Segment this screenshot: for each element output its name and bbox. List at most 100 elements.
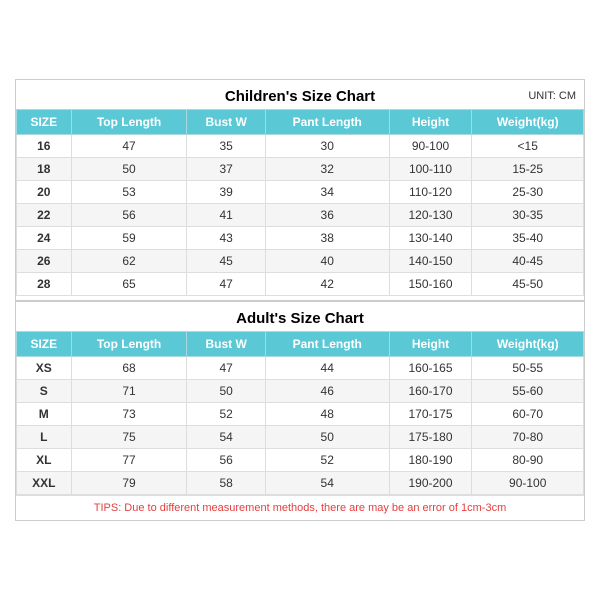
table-cell: 42: [265, 273, 389, 296]
table-row: 22564136120-13030-35: [17, 204, 584, 227]
table-cell: 70-80: [472, 426, 584, 449]
table-cell: 25-30: [472, 181, 584, 204]
table-row: S715046160-17055-60: [17, 380, 584, 403]
table-cell: 130-140: [389, 227, 472, 250]
table-cell: 40: [265, 250, 389, 273]
table-cell: 50: [187, 380, 265, 403]
table-cell: 160-170: [389, 380, 472, 403]
table-cell: 170-175: [389, 403, 472, 426]
table-cell: 28: [17, 273, 72, 296]
table-cell: 26: [17, 250, 72, 273]
col-bust-w: Bust W: [187, 110, 265, 135]
table-cell: 22: [17, 204, 72, 227]
table-cell: 73: [71, 403, 187, 426]
table-cell: 60-70: [472, 403, 584, 426]
table-cell: 150-160: [389, 273, 472, 296]
table-cell: 62: [71, 250, 187, 273]
table-cell: XS: [17, 357, 72, 380]
table-cell: 45: [187, 250, 265, 273]
table-cell: 110-120: [389, 181, 472, 204]
table-row: M735248170-17560-70: [17, 403, 584, 426]
col-size: SIZE: [17, 110, 72, 135]
table-cell: 80-90: [472, 449, 584, 472]
table-row: L755450175-18070-80: [17, 426, 584, 449]
table-cell: 140-150: [389, 250, 472, 273]
children-section-title: Children's Size Chart UNIT: CM: [16, 80, 584, 109]
table-cell: 20: [17, 181, 72, 204]
table-cell: 56: [71, 204, 187, 227]
table-cell: 65: [71, 273, 187, 296]
table-cell: 90-100: [389, 135, 472, 158]
adult-col-weight: Weight(kg): [472, 332, 584, 357]
children-table: SIZE Top Length Bust W Pant Length Heigh…: [16, 109, 584, 296]
table-row: 26624540140-15040-45: [17, 250, 584, 273]
table-row: 28654742150-16045-50: [17, 273, 584, 296]
table-cell: 47: [71, 135, 187, 158]
table-cell: 16: [17, 135, 72, 158]
unit-label: UNIT: CM: [528, 90, 576, 102]
table-cell: XXL: [17, 472, 72, 495]
table-cell: 37: [187, 158, 265, 181]
table-cell: 52: [265, 449, 389, 472]
table-cell: 47: [187, 273, 265, 296]
table-cell: M: [17, 403, 72, 426]
table-row: XL775652180-19080-90: [17, 449, 584, 472]
table-cell: 160-165: [389, 357, 472, 380]
table-cell: 46: [265, 380, 389, 403]
col-weight: Weight(kg): [472, 110, 584, 135]
table-cell: 15-25: [472, 158, 584, 181]
table-cell: 58: [187, 472, 265, 495]
children-header-row: SIZE Top Length Bust W Pant Length Heigh…: [17, 110, 584, 135]
table-row: 20533934110-12025-30: [17, 181, 584, 204]
table-row: XXL795854190-20090-100: [17, 472, 584, 495]
table-cell: 100-110: [389, 158, 472, 181]
table-cell: 36: [265, 204, 389, 227]
table-cell: 40-45: [472, 250, 584, 273]
adult-section-title: Adult's Size Chart: [16, 300, 584, 331]
table-cell: 41: [187, 204, 265, 227]
table-cell: 32: [265, 158, 389, 181]
table-cell: XL: [17, 449, 72, 472]
adult-table: SIZE Top Length Bust W Pant Length Heigh…: [16, 331, 584, 495]
table-cell: 190-200: [389, 472, 472, 495]
table-cell: 34: [265, 181, 389, 204]
adult-tbody: XS684744160-16550-55S715046160-17055-60M…: [17, 357, 584, 495]
table-cell: 24: [17, 227, 72, 250]
table-cell: 35: [187, 135, 265, 158]
table-cell: 48: [265, 403, 389, 426]
table-cell: 43: [187, 227, 265, 250]
col-pant-length: Pant Length: [265, 110, 389, 135]
table-row: XS684744160-16550-55: [17, 357, 584, 380]
table-cell: 47: [187, 357, 265, 380]
adult-col-bust-w: Bust W: [187, 332, 265, 357]
adult-header-row: SIZE Top Length Bust W Pant Length Heigh…: [17, 332, 584, 357]
table-cell: L: [17, 426, 72, 449]
table-cell: 54: [265, 472, 389, 495]
table-cell: 50-55: [472, 357, 584, 380]
table-cell: 50: [265, 426, 389, 449]
table-cell: 56: [187, 449, 265, 472]
table-cell: 35-40: [472, 227, 584, 250]
table-cell: 75: [71, 426, 187, 449]
table-cell: 30-35: [472, 204, 584, 227]
table-cell: 77: [71, 449, 187, 472]
adult-col-top-length: Top Length: [71, 332, 187, 357]
table-cell: 18: [17, 158, 72, 181]
table-row: 1647353090-100<15: [17, 135, 584, 158]
table-row: 18503732100-11015-25: [17, 158, 584, 181]
table-cell: 50: [71, 158, 187, 181]
table-cell: 45-50: [472, 273, 584, 296]
table-cell: 79: [71, 472, 187, 495]
table-cell: 44: [265, 357, 389, 380]
adult-col-size: SIZE: [17, 332, 72, 357]
children-tbody: 1647353090-100<1518503732100-11015-25205…: [17, 135, 584, 296]
table-cell: 53: [71, 181, 187, 204]
table-row: 24594338130-14035-40: [17, 227, 584, 250]
table-cell: 54: [187, 426, 265, 449]
size-chart-container: Children's Size Chart UNIT: CM SIZE Top …: [15, 79, 585, 521]
table-cell: 90-100: [472, 472, 584, 495]
table-cell: 120-130: [389, 204, 472, 227]
table-cell: 39: [187, 181, 265, 204]
table-cell: 52: [187, 403, 265, 426]
table-cell: 55-60: [472, 380, 584, 403]
